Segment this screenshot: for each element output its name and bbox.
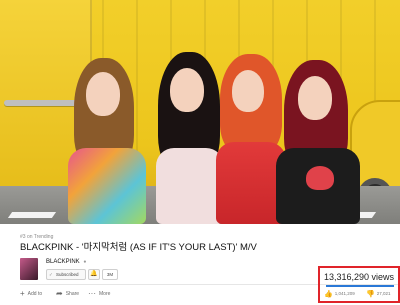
subscribed-button[interactable]: ✓ Subscribed	[46, 269, 86, 280]
check-icon: ✓	[49, 272, 53, 277]
person-4	[270, 60, 364, 224]
like-ratio-bar	[326, 285, 394, 287]
like-button[interactable]: 👍 1,041,209	[324, 290, 355, 298]
dislike-count: 27,021	[376, 291, 391, 296]
more-button[interactable]: ··· More	[88, 289, 110, 298]
trending-tag[interactable]: #3 on Trending	[20, 234, 53, 240]
channel-name-wrap[interactable]: BLACKPINK ●	[46, 259, 86, 265]
video-title: BLACKPINK - '마지막처럼 (AS IF IT'S YOUR LAST…	[20, 242, 257, 253]
video-player[interactable]	[0, 0, 400, 224]
subscriber-count: 3M	[102, 269, 118, 280]
share-button[interactable]: ➦ Share	[56, 289, 79, 298]
view-count: 13,316,290 views	[323, 272, 395, 282]
verified-icon: ●	[83, 259, 87, 265]
thumbs-up-icon: 👍	[324, 291, 333, 298]
thumbs-down-icon: 👎	[366, 291, 375, 298]
channel-row: BLACKPINK ● ✓ Subscribed 🔔 3M	[20, 258, 310, 284]
dislike-button[interactable]: 👎 27,021	[366, 290, 390, 298]
bell-icon[interactable]: 🔔	[88, 269, 100, 280]
person-1	[62, 58, 152, 224]
channel-name[interactable]: BLACKPINK	[46, 259, 80, 265]
add-to-label: Add to	[27, 291, 43, 297]
share-label: Share	[65, 291, 80, 297]
plus-icon: +	[20, 289, 25, 298]
add-to-button[interactable]: + Add to	[20, 289, 42, 298]
more-label: More	[99, 291, 111, 297]
more-icon: ···	[88, 289, 96, 298]
subscribed-label: Subscribed	[56, 272, 79, 277]
channel-avatar[interactable]	[20, 258, 38, 280]
stats-highlight-box: 13,316,290 views 👍 1,041,209 👎 27,021	[318, 266, 400, 303]
video-page: #3 on Trending BLACKPINK - '마지막처럼 (AS IF…	[0, 0, 400, 305]
like-count: 1,041,209	[334, 291, 355, 296]
share-icon: ➦	[56, 289, 63, 298]
